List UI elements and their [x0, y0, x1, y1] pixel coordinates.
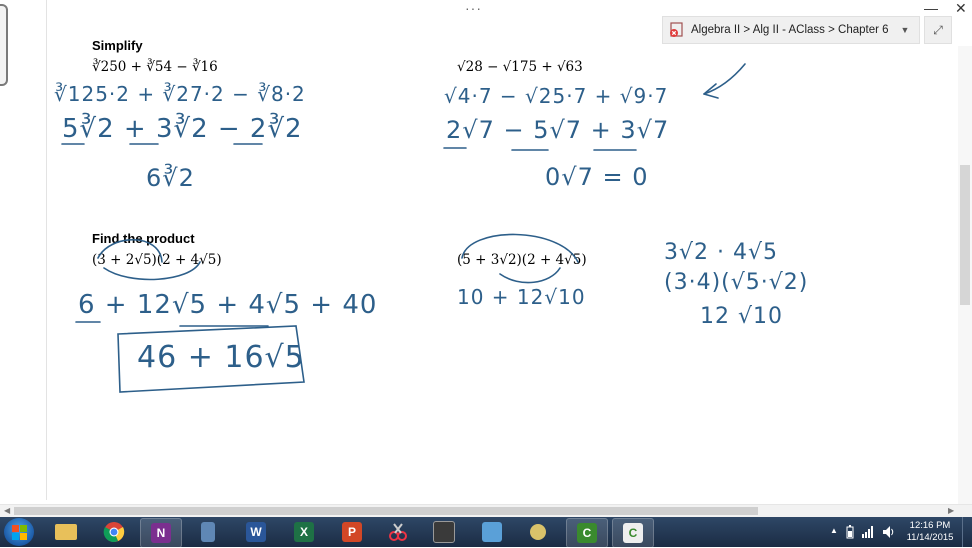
- ink-e1: 3√2 · 4√5: [664, 240, 779, 265]
- ink-loop-4: [499, 267, 561, 284]
- tray-overflow-icon[interactable]: ▲: [830, 526, 838, 535]
- ink-e2: (3·4)(√5·√2): [664, 270, 809, 295]
- ink-e3: 12 √10: [700, 304, 783, 329]
- product-heading: Find the product: [92, 231, 195, 246]
- file-explorer-icon[interactable]: [46, 518, 86, 546]
- minimize-button[interactable]: —: [924, 0, 938, 16]
- control-panel-icon[interactable]: [472, 518, 512, 546]
- vertical-scroll-thumb[interactable]: [960, 165, 970, 305]
- expand-icon[interactable]: ⤢: [924, 16, 952, 44]
- ink-arrow-head: [703, 83, 719, 99]
- battery-icon[interactable]: [846, 525, 854, 542]
- tool-icon[interactable]: [518, 518, 558, 546]
- problem-2: √28 − √175 + √63: [457, 59, 583, 75]
- ink-b2: 2√7 − 5√7 + 3√7: [446, 116, 670, 144]
- problem-4: (5 + 3√2)(2 + 4√5): [457, 252, 587, 268]
- page-margin-line: [46, 0, 47, 500]
- excel-icon[interactable]: X: [284, 518, 324, 546]
- simplify-heading: Simplify: [92, 38, 143, 53]
- title-bar-dots[interactable]: ···: [465, 0, 482, 16]
- ink-c2: 46 + 16√5: [137, 340, 305, 375]
- ink-underlines-b: [443, 147, 637, 151]
- taskbar: N W X P C C ▲ 12:16 PM 11/14/2015: [0, 517, 972, 548]
- problem-1: ∛250 + ∛54 − ∛16: [92, 59, 218, 75]
- clock-date: 11/14/2015: [906, 532, 954, 543]
- app-device-icon[interactable]: [188, 518, 228, 546]
- computer-network-icon[interactable]: [424, 518, 464, 546]
- notebook-breadcrumb[interactable]: Algebra II > Alg II - AClass > Chapter 6…: [662, 16, 920, 44]
- camtasia-recorder-icon[interactable]: C: [612, 518, 654, 548]
- chevron-down-icon[interactable]: ▼: [901, 25, 910, 35]
- scroll-right-arrow-icon[interactable]: ▶: [948, 506, 954, 515]
- volume-icon[interactable]: [882, 525, 894, 542]
- breadcrumb-text: Algebra II > Alg II - AClass > Chapter 6: [691, 24, 889, 36]
- word-icon[interactable]: W: [236, 518, 276, 546]
- ink-c1: 6 + 12√5 + 4√5 + 40: [78, 290, 378, 320]
- onenote-icon[interactable]: N: [140, 518, 182, 548]
- horizontal-scroll-thumb[interactable]: [14, 507, 758, 515]
- ink-b1: √4·7 − √25·7 + √9·7: [444, 84, 669, 108]
- show-desktop-button[interactable]: [962, 517, 972, 547]
- camtasia-icon[interactable]: C: [566, 518, 608, 548]
- ink-arrow-stroke: [703, 63, 746, 95]
- close-button[interactable]: ✕: [955, 0, 967, 17]
- clock-time: 12:16 PM: [909, 520, 951, 531]
- start-button[interactable]: [4, 518, 34, 546]
- problem-3: (3 + 2√5)(2 + 4√5): [92, 252, 222, 268]
- onenote-window: ··· — ✕ Algebra II > Alg II - AClass > C…: [0, 0, 972, 517]
- ink-a2: 5∛2 + 3∛2 − 2∛2: [62, 114, 303, 144]
- ink-d1: 10 + 12√10: [457, 285, 586, 309]
- ink-b3: 0√7 = 0: [545, 163, 649, 191]
- chrome-icon[interactable]: [94, 518, 134, 546]
- ink-underlines-c: [75, 321, 269, 327]
- snipping-tool-icon[interactable]: [378, 518, 418, 546]
- ink-a3: 6∛2: [146, 164, 195, 192]
- ink-a1: ∛125·2 + ∛27·2 − ∛8·2: [54, 82, 306, 106]
- system-clock[interactable]: 12:16 PM 11/14/2015: [902, 520, 958, 544]
- powerpoint-icon[interactable]: P: [332, 518, 372, 546]
- signal-icon[interactable]: [862, 526, 874, 541]
- notebook-icon: [669, 22, 685, 38]
- scroll-left-arrow-icon[interactable]: ◀: [4, 506, 10, 515]
- side-panel-tab[interactable]: [0, 4, 8, 86]
